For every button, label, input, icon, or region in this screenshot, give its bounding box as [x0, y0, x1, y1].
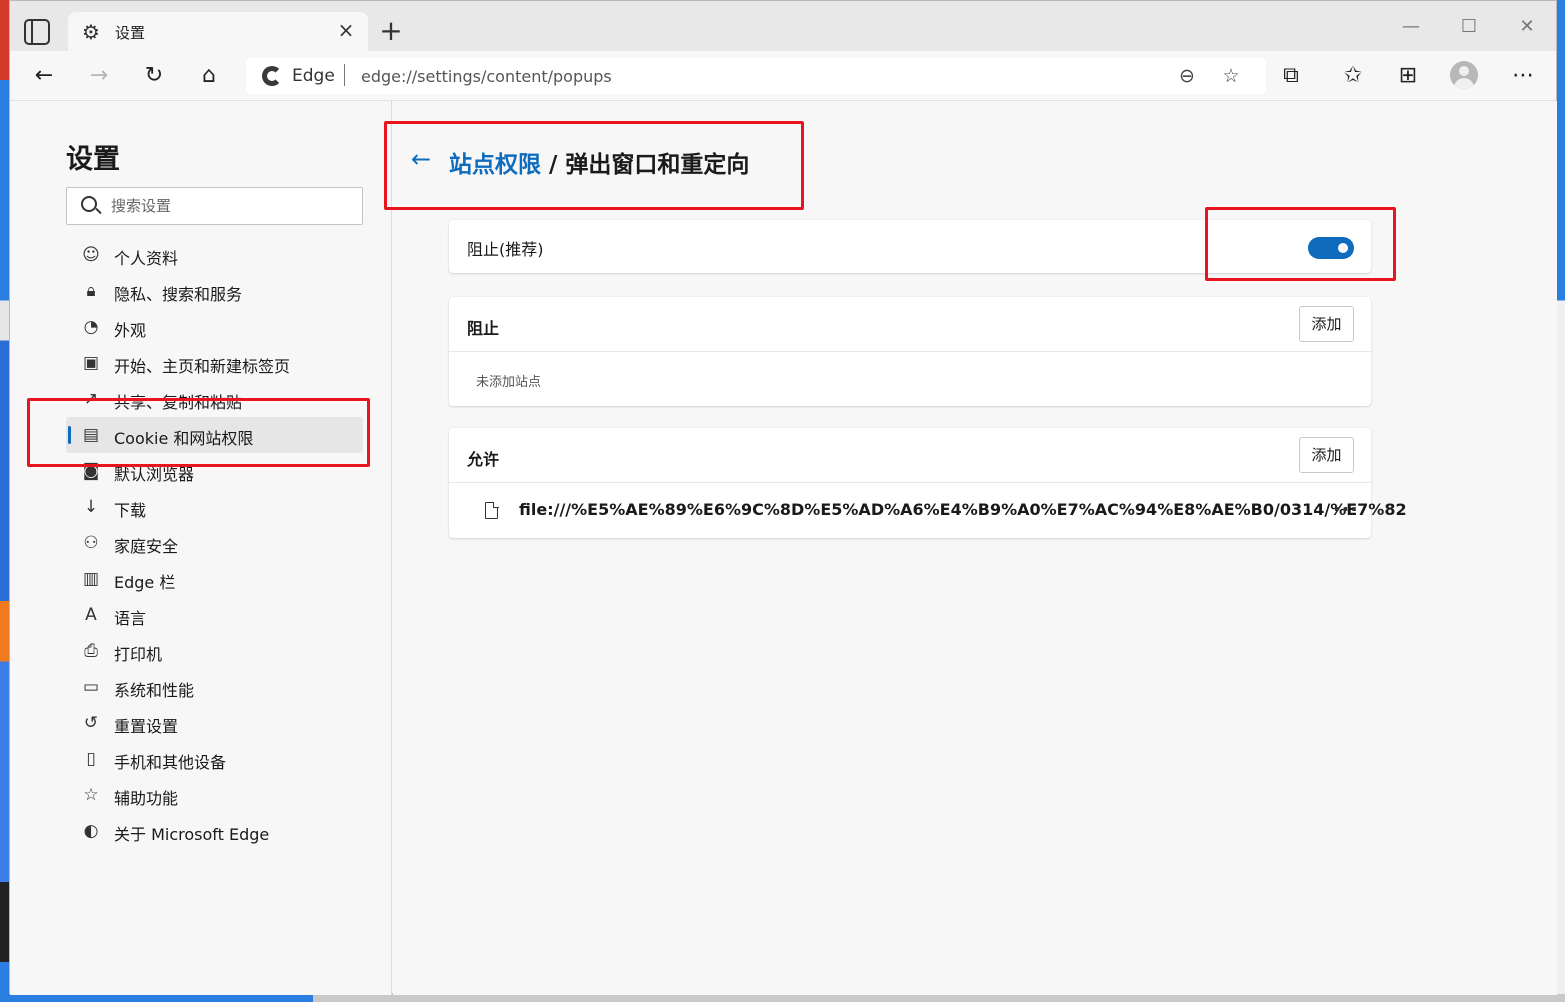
sidebar-item-reset[interactable]: ↺ 重置设置 [66, 705, 363, 741]
address-separator [344, 64, 345, 86]
site-more-actions-button[interactable]: ··· [1333, 497, 1359, 521]
sidebar-item-label: 手机和其他设备 [114, 753, 227, 772]
block-add-button[interactable]: 添加 [1299, 306, 1354, 342]
sidebar-item-label: 系统和性能 [114, 681, 195, 700]
gear-icon: ⚙ [82, 20, 100, 44]
accessibility-icon: ☆ [83, 785, 99, 805]
refresh-button[interactable]: ↻ [138, 61, 170, 91]
sidebar-item-label: Edge 栏 [114, 573, 176, 592]
sidebar-item-label: 打印机 [114, 645, 163, 664]
zoom-icon[interactable]: ⊖ [1174, 63, 1200, 89]
settings-nav: ☺ 个人资料 🔒︎ 隐私、搜索和服务 ◔ 外观 ▣ 开始、主页和新建标签页 ↗ 共享、复制和粘贴 ▤… [66, 237, 363, 849]
sidebar-item-language[interactable]: A 语言 [66, 597, 363, 633]
tab-settings[interactable]: ⚙ 设置 × [68, 12, 368, 51]
annotation-box-header [384, 121, 804, 210]
search-icon [81, 196, 97, 212]
tab-actions-icon[interactable] [24, 19, 50, 45]
annotation-box-nav [27, 398, 370, 467]
sidebar-item-profile[interactable]: ☺ 个人资料 [66, 237, 363, 273]
sidebar-item-label: 开始、主页和新建标签页 [114, 357, 291, 376]
block-list-card: 阻止 添加 未添加站点 [449, 297, 1371, 406]
close-tab-icon[interactable]: × [334, 18, 358, 42]
back-button[interactable]: ← [28, 61, 60, 91]
address-brand: Edge [292, 66, 335, 86]
sidebar-item-download[interactable]: ↓ 下载 [66, 489, 363, 525]
home-page-icon: ▣ [82, 353, 100, 373]
sidebar-item-home-page[interactable]: ▣ 开始、主页和新建标签页 [66, 345, 363, 381]
sidebar-item-printer[interactable]: ⎙ 打印机 [66, 633, 363, 669]
sidebar-item-label: 下载 [114, 501, 147, 520]
download-icon: ↓ [83, 497, 99, 517]
card-divider [449, 482, 1371, 483]
lock-icon: 🔒︎ [86, 281, 96, 301]
close-window-button[interactable]: ✕ [1512, 13, 1542, 41]
sidebar-item-label: 家庭安全 [114, 537, 179, 556]
address-bar[interactable]: Edge edge://settings/content/popups ⊖ ☆ [246, 58, 1266, 94]
laptop-icon: ▭ [82, 677, 100, 697]
tab-title: 设置 [115, 24, 146, 42]
allow-add-button[interactable]: 添加 [1299, 437, 1354, 473]
edge-logo-icon [262, 66, 282, 86]
home-button[interactable]: ⌂ [193, 61, 225, 91]
sidebar-item-label: 个人资料 [114, 249, 179, 268]
collections-icon[interactable]: ⊞ [1392, 61, 1424, 91]
settings-sidebar: 设置 ☺个人资料🔒︎隐私、搜索和服务◔外观▣开始、主页和新建标签页↗共享、复制和… [10, 101, 392, 995]
edge-logo-icon: ◐ [83, 821, 99, 841]
sidebar-item-label: 重置设置 [114, 717, 179, 736]
block-section-title: 阻止 [467, 319, 500, 338]
allowed-site-url: file:///%E5%AE%89%E6%9C%8D%E5%AD%A6%E4%B… [519, 500, 1407, 519]
block-recommended-label: 阻止(推荐) [467, 240, 544, 259]
sidebar-item-label: 外观 [114, 321, 147, 340]
sidebar-item-edge-logo[interactable]: ◐ 关于 Microsoft Edge [66, 813, 363, 849]
desktop-background-right [1557, 0, 1565, 1002]
sidebar-item-accessibility[interactable]: ☆ 辅助功能 [66, 777, 363, 813]
sidebar-item-palette[interactable]: ◔ 外观 [66, 309, 363, 345]
card-divider [449, 351, 1371, 352]
toolbar: ← → ↻ ⌂ Edge edge://settings/content/pop… [10, 51, 1556, 101]
add-favorite-icon[interactable]: ☆ [1218, 63, 1244, 89]
edge-bar-icon: ▥ [82, 569, 100, 589]
address-url[interactable]: edge://settings/content/popups [361, 67, 612, 86]
forward-button[interactable]: → [83, 61, 115, 91]
sidebar-item-label: 语言 [114, 609, 147, 628]
sidebar-item-edge-bar[interactable]: ▥ Edge 栏 [66, 561, 363, 597]
family-icon: ⚇ [83, 533, 99, 553]
taskbar-edge [0, 994, 1565, 1002]
sidebar-title: 设置 [66, 144, 120, 175]
palette-icon: ◔ [83, 317, 99, 337]
language-icon: A [85, 605, 97, 625]
reset-icon: ↺ [83, 713, 99, 733]
sidebar-item-phone[interactable]: ▯ 手机和其他设备 [66, 741, 363, 777]
sidebar-item-lock[interactable]: 🔒︎ 隐私、搜索和服务 [66, 273, 363, 309]
search-box[interactable] [66, 187, 363, 225]
new-tab-button[interactable]: + [376, 17, 406, 47]
more-menu-icon[interactable]: ⋯ [1507, 61, 1539, 91]
maximize-button[interactable]: ☐ [1454, 13, 1484, 41]
profile-icon: ☺ [82, 245, 100, 265]
allow-section-title: 允许 [467, 450, 500, 469]
phone-icon: ▯ [86, 749, 96, 769]
annotation-box-toggle [1205, 207, 1396, 281]
printer-icon: ⎙ [84, 641, 98, 661]
sidebar-item-label: 关于 Microsoft Edge [114, 825, 270, 844]
allow-list-card: 允许 添加 file:///%E5%AE%89%E6%9C%8D%E5%AD%A… [449, 428, 1407, 538]
block-empty-text: 未添加站点 [476, 375, 542, 390]
sidebar-item-label: 辅助功能 [114, 789, 179, 808]
favorites-icon[interactable]: ✩ [1337, 61, 1369, 91]
sidebar-item-family[interactable]: ⚇ 家庭安全 [66, 525, 363, 561]
minimize-button[interactable]: — [1396, 13, 1426, 41]
profile-avatar[interactable] [1450, 61, 1478, 89]
extensions-icon[interactable]: ⧉ [1275, 61, 1307, 91]
search-input[interactable] [111, 188, 351, 224]
tab-strip: ⚙ 设置 × + — ☐ ✕ [10, 1, 1556, 51]
file-icon [485, 501, 499, 519]
sidebar-item-laptop[interactable]: ▭ 系统和性能 [66, 669, 363, 705]
sidebar-item-label: 隐私、搜索和服务 [114, 285, 243, 304]
desktop-background-left [0, 0, 9, 1002]
